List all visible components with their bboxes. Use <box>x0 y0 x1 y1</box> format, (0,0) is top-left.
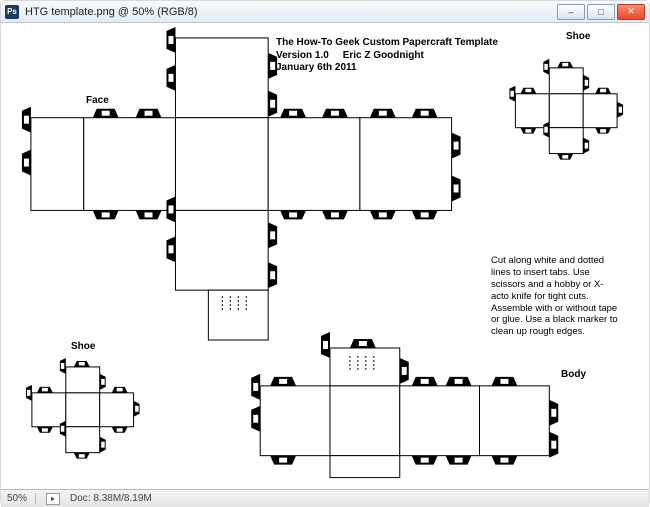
maximize-button[interactable]: □ <box>587 4 615 20</box>
shoe-left-net <box>26 358 140 459</box>
zoom-level[interactable]: 50% <box>7 493 36 504</box>
nav-icon[interactable]: ▸ <box>46 493 60 505</box>
minimize-button[interactable]: – <box>557 4 585 20</box>
document-canvas[interactable]: The How-To Geek Custom Papercraft Templa… <box>1 23 649 489</box>
papercraft-artwork <box>1 23 649 488</box>
status-bar: 50% ▸ Doc: 8.38M/8.19M <box>1 489 649 507</box>
shoe-top-net <box>509 59 623 160</box>
body-net <box>251 332 558 478</box>
window-controls: – □ ✕ <box>557 4 645 20</box>
doc-size-info: Doc: 8.38M/8.19M <box>70 493 152 504</box>
close-button[interactable]: ✕ <box>617 4 645 20</box>
window-titlebar: Ps HTG template.png @ 50% (RGB/8) – □ ✕ <box>1 1 649 23</box>
head-net <box>22 27 461 340</box>
app-icon: Ps <box>5 5 19 19</box>
window-title: HTG template.png @ 50% (RGB/8) <box>25 6 551 18</box>
